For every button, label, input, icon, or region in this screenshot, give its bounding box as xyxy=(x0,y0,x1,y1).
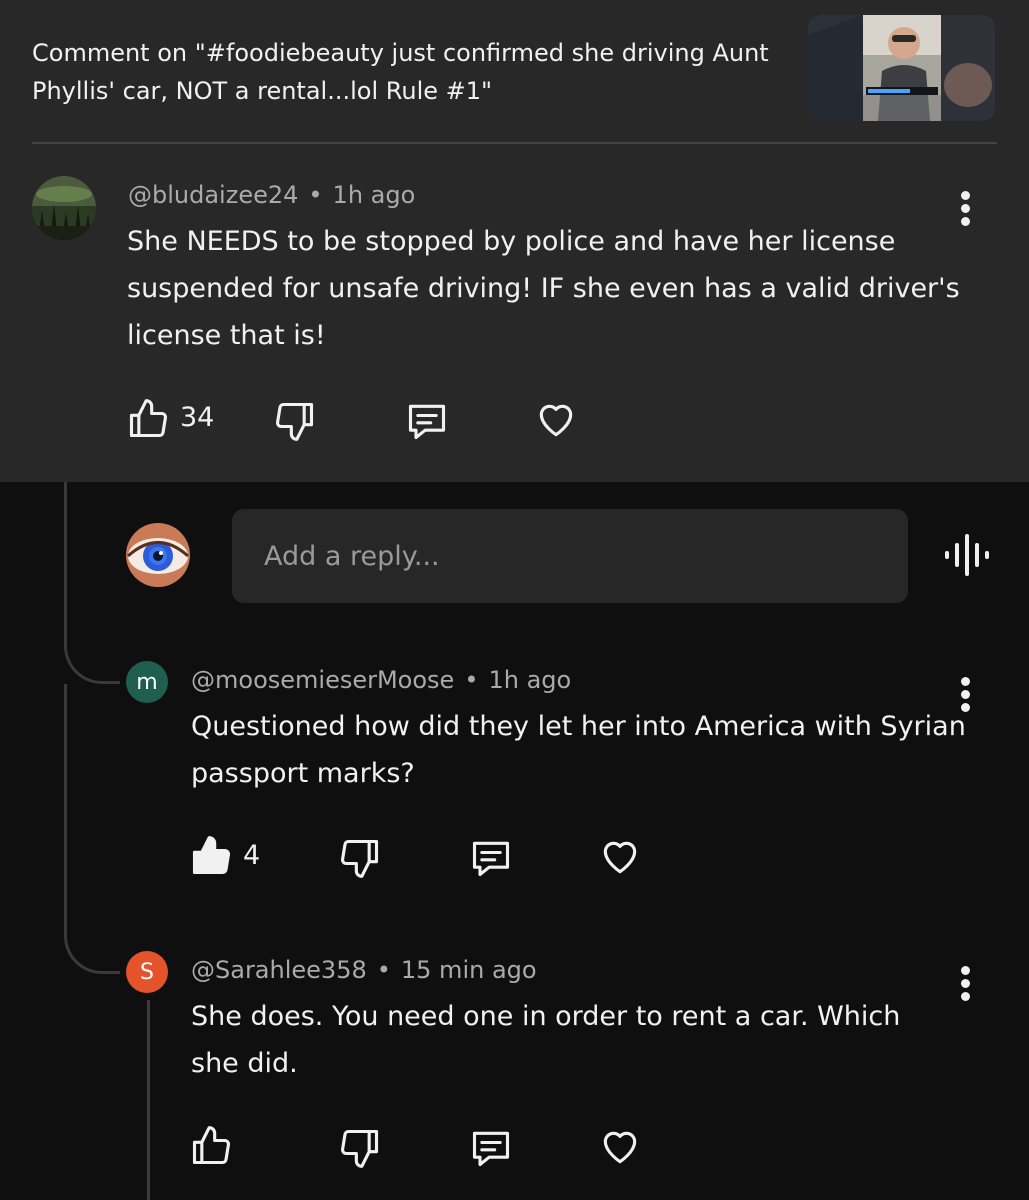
meta-separator: • xyxy=(308,181,323,209)
more-vertical-icon xyxy=(960,191,970,200)
comment-handle[interactable]: @bludaizee24 xyxy=(128,181,298,209)
reply-handle[interactable]: @moosemieserMoose xyxy=(191,666,454,694)
thumbs-down-icon xyxy=(276,402,314,441)
reply-input[interactable] xyxy=(232,509,908,603)
reply-like-button[interactable] xyxy=(189,1124,233,1173)
comment-icon xyxy=(408,404,446,440)
reply-meta: @Sarahlee358 • 15 min ago xyxy=(191,956,537,984)
reply-dislike-button[interactable] xyxy=(338,836,382,885)
thread-branch xyxy=(64,640,120,684)
reply-text: She does. You need one in order to rent … xyxy=(191,1001,901,1079)
comment-icon xyxy=(472,1131,510,1167)
meta-separator: • xyxy=(464,666,479,694)
comment-time: 1h ago xyxy=(332,181,416,209)
reply-dislike-button[interactable] xyxy=(338,1126,382,1175)
comment-icon xyxy=(472,841,510,877)
heart-icon xyxy=(603,1131,637,1164)
thread-branch xyxy=(64,930,120,974)
video-thumbnail[interactable] xyxy=(808,15,995,121)
more-vertical-icon xyxy=(960,966,970,975)
thumbs-down-icon xyxy=(341,839,379,878)
heart-icon xyxy=(539,404,573,437)
thumbs-down-icon xyxy=(341,1129,379,1168)
reply-text: Questioned how did they let her into Ame… xyxy=(191,711,966,789)
reply-reply-button[interactable] xyxy=(468,1126,514,1175)
reply-like-count: 4 xyxy=(243,840,261,871)
reply-avatar[interactable]: m xyxy=(126,661,168,703)
reply-heart-button[interactable] xyxy=(597,835,643,884)
reply-avatar[interactable]: S xyxy=(126,951,168,993)
reply-time: 15 min ago xyxy=(400,956,537,984)
reply-menu-button[interactable] xyxy=(959,966,971,1006)
like-button[interactable] xyxy=(126,397,170,446)
reply-handle[interactable]: @Sarahlee358 xyxy=(191,956,367,984)
video-title: Comment on "#foodiebeauty just confirmed… xyxy=(32,39,769,105)
reply-time: 1h ago xyxy=(488,666,572,694)
meta-separator: • xyxy=(376,956,391,984)
heart-button[interactable] xyxy=(533,398,579,447)
reply-reply-button[interactable] xyxy=(468,836,514,885)
comment-meta: @bludaizee24 • 1h ago xyxy=(128,181,415,209)
thumbs-up-icon xyxy=(192,1126,230,1165)
thread-line xyxy=(64,482,67,642)
thumbs-up-icon xyxy=(129,399,167,438)
thumbs-up-icon xyxy=(192,836,230,875)
reply-input-container[interactable] xyxy=(232,509,908,603)
more-vertical-icon xyxy=(960,677,970,686)
like-count: 34 xyxy=(180,402,215,433)
commenter-avatar[interactable] xyxy=(32,176,96,240)
dislike-button[interactable] xyxy=(273,399,317,448)
header-divider xyxy=(32,142,997,144)
heart-icon xyxy=(603,841,637,874)
voice-input-button[interactable] xyxy=(943,532,993,583)
thread-line xyxy=(64,684,67,934)
sub-thread-line xyxy=(147,1000,150,1200)
reply-like-button[interactable] xyxy=(189,834,233,883)
comment-text: She NEEDS to be stopped by police and ha… xyxy=(127,226,960,351)
reply-heart-button[interactable] xyxy=(597,1125,643,1174)
voice-search-icon xyxy=(945,534,989,576)
comment-header-panel: Comment on "#foodiebeauty just confirmed… xyxy=(0,0,1029,482)
current-user-avatar xyxy=(126,523,190,587)
reply-meta: @moosemieserMoose • 1h ago xyxy=(191,666,571,694)
reply-button[interactable] xyxy=(404,399,450,448)
